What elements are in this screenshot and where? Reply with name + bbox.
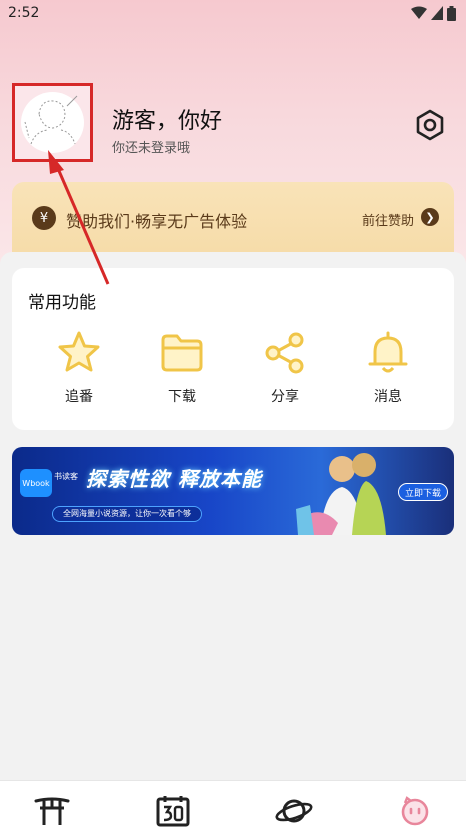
signal-icon — [431, 6, 443, 20]
feature-messages[interactable]: 消息 — [348, 330, 428, 414]
chevron-right-icon[interactable]: ❯ — [421, 208, 439, 226]
torii-gate-icon[interactable] — [32, 795, 72, 827]
greeting-title: 游客，你好 — [112, 109, 223, 134]
feature-follow[interactable]: 追番 — [39, 330, 119, 414]
profile-section: 游客，你好 你还未登录哦 — [12, 83, 452, 163]
feature-label: 分享 — [271, 389, 299, 405]
profile-face-icon[interactable] — [395, 795, 435, 827]
feature-download[interactable]: 下载 — [142, 330, 222, 414]
status-bar: 2:52 — [0, 0, 466, 26]
features-title: 常用功能 — [28, 293, 96, 313]
coin-icon: ¥ — [32, 206, 56, 230]
ad-banner[interactable]: Wbook 书读客 探索性欲 释放本能 全网海量小说资源，让你一次看个够 立即下… — [12, 447, 454, 535]
sponsor-link[interactable]: 前往赞助 — [362, 210, 414, 229]
banner-brand: 书读客 — [54, 472, 78, 481]
bottom-nav — [0, 780, 466, 839]
banner-headline: 探索性欲 释放本能 — [86, 467, 262, 491]
status-time: 2:52 — [8, 5, 40, 21]
sponsor-banner[interactable]: ¥ 赞助我们·畅享无广告体验 前往赞助 ❯ — [12, 182, 454, 254]
banner-logo: Wbook — [20, 469, 52, 497]
wifi-icon — [411, 6, 427, 19]
calendar-30-icon[interactable] — [153, 795, 193, 827]
download-button[interactable]: 立即下载 — [398, 483, 448, 501]
sponsor-text: 赞助我们·畅享无广告体验 — [66, 212, 248, 231]
avatar-highlight-box — [12, 83, 93, 162]
features-card: 常用功能 追番 下载 分享 消息 — [12, 268, 454, 430]
status-icons — [411, 5, 456, 21]
feature-label: 消息 — [374, 389, 402, 405]
bell-icon — [368, 331, 408, 373]
folder-icon — [161, 334, 203, 372]
feature-label: 下载 — [168, 389, 196, 405]
star-icon — [58, 331, 100, 372]
banner-illustration — [296, 453, 386, 535]
share-icon — [265, 332, 304, 374]
login-status[interactable]: 你还未登录哦 — [112, 137, 190, 156]
banner-subtitle: 全网海量小说资源，让你一次看个够 — [52, 506, 202, 522]
battery-icon — [447, 5, 456, 21]
avatar[interactable] — [21, 92, 84, 153]
feature-share[interactable]: 分享 — [245, 330, 325, 414]
settings-icon[interactable] — [414, 109, 446, 141]
avatar-sketch-icon — [24, 95, 78, 145]
feature-label: 追番 — [65, 389, 93, 405]
planet-icon[interactable] — [274, 795, 314, 827]
